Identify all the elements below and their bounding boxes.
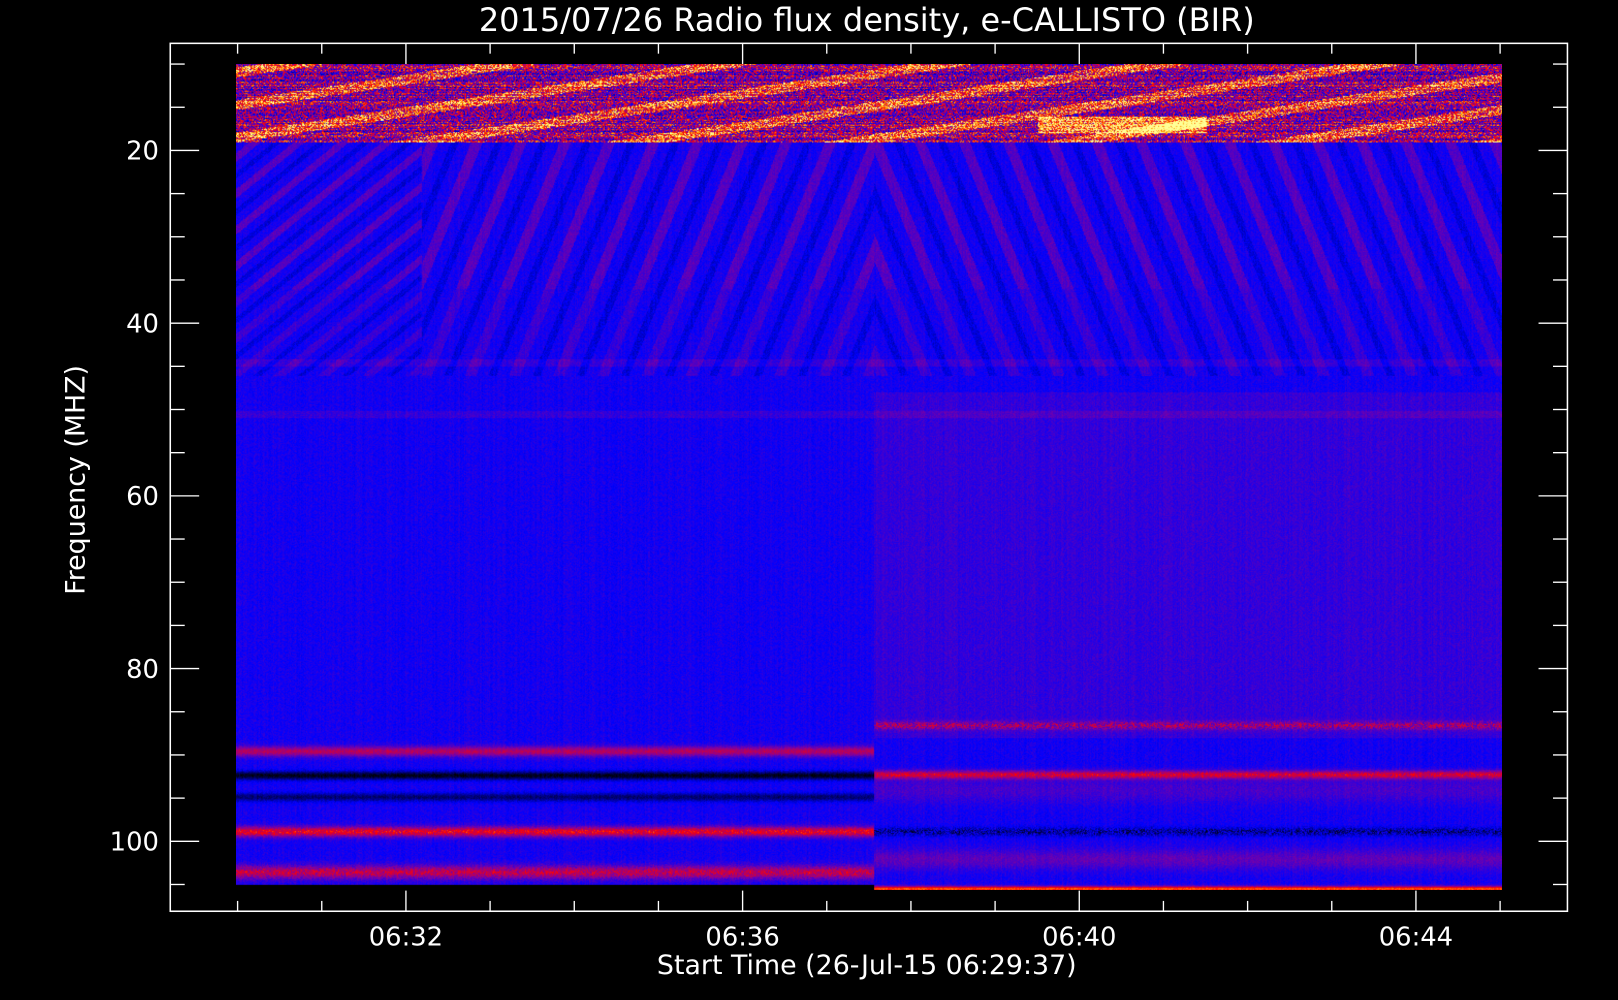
chart-title: 2015/07/26 Radio flux density, e-CALLIST… [479, 1, 1255, 39]
x-tick-label: 06:32 [369, 922, 443, 952]
x-tick-label: 06:44 [1379, 922, 1453, 952]
axis-ticks [170, 43, 1568, 912]
y-tick-label: 20 [126, 137, 159, 167]
y-tick-label: 80 [126, 655, 159, 685]
chart-axes: 2015/07/26 Radio flux density, e-CALLIST… [61, 1, 1569, 981]
y-tick-label: 100 [110, 828, 159, 858]
plot-frame [169, 42, 1569, 913]
y-tick-label: 60 [126, 482, 159, 512]
x-tick-label: 06:40 [1042, 922, 1116, 952]
x-tick-label: 06:36 [705, 922, 779, 952]
y-axis-label: Frequency (MHZ) [61, 365, 92, 595]
y-tick-label: 40 [126, 309, 159, 339]
x-axis-label: Start Time (26-Jul-15 06:29:37) [657, 950, 1077, 981]
spectrogram-figure: 2015/07/26 Radio flux density, e-CALLIST… [0, 0, 1618, 1000]
tick-labels: 06:32 06:36 06:40 06:44 20 40 60 80 100 [110, 137, 1453, 953]
